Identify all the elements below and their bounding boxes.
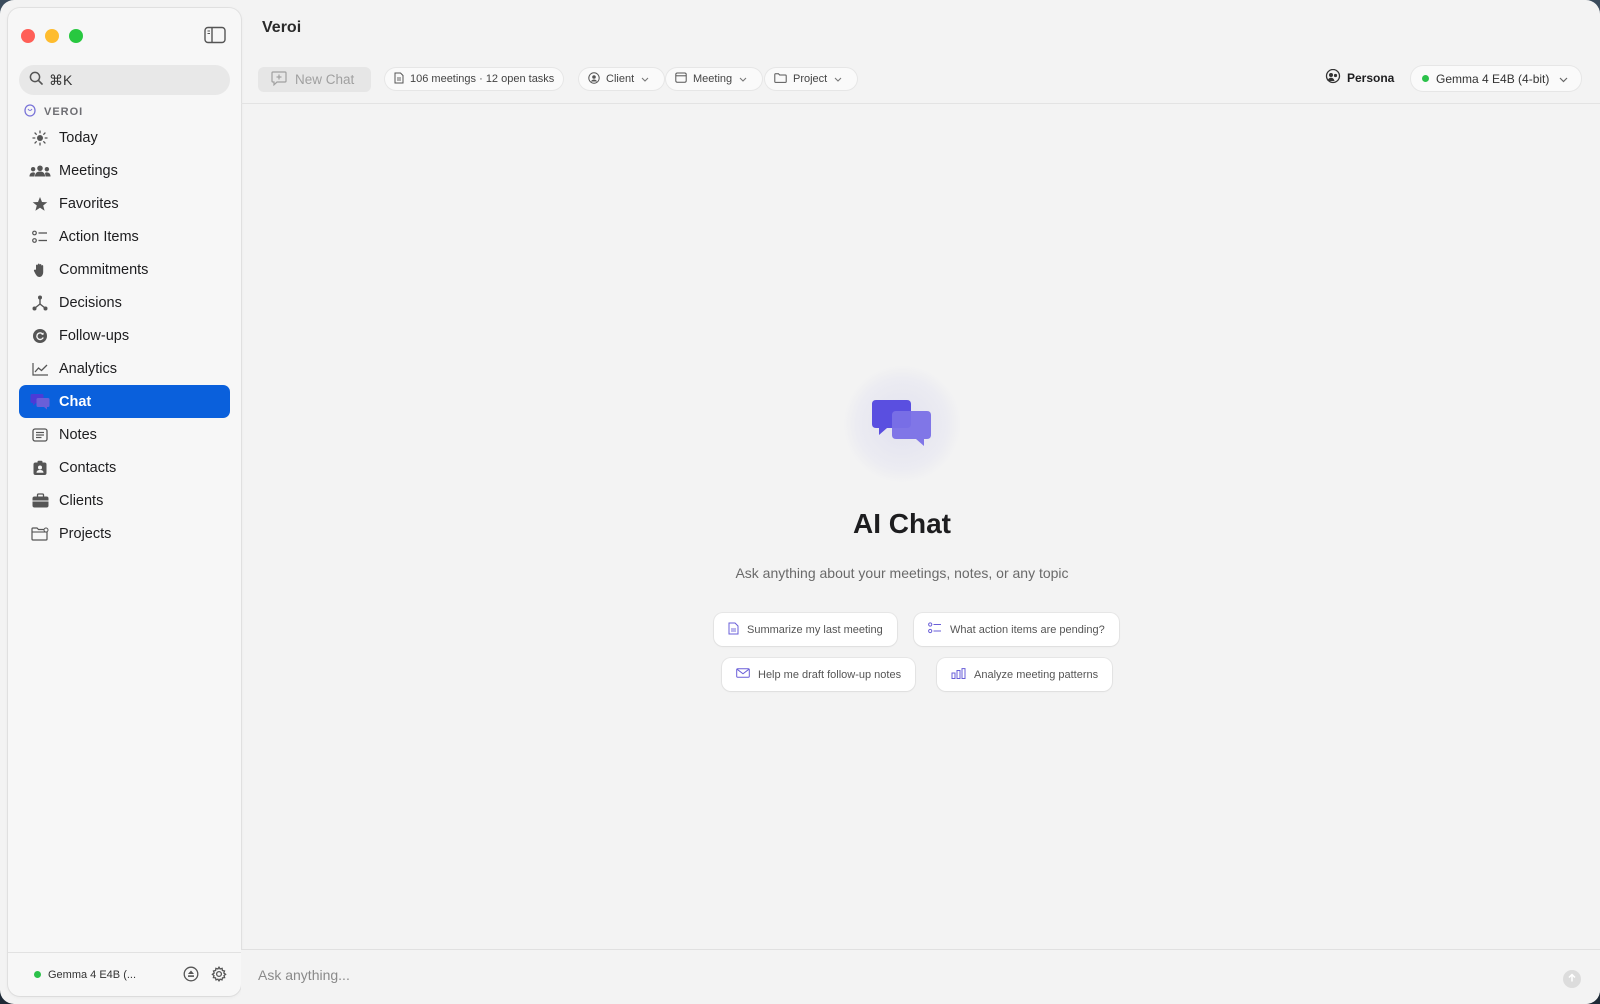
chevron-down-icon: [834, 73, 848, 85]
new-chat-icon: [271, 70, 295, 89]
send-button[interactable]: [1563, 970, 1581, 988]
app-title: Veroi: [262, 19, 302, 36]
suggestion-summarize[interactable]: Summarize my last meeting: [714, 613, 897, 646]
model-selector-dropdown[interactable]: Gemma 4 E4B (4-bit): [1411, 66, 1581, 91]
bar-chart-icon: [951, 667, 974, 682]
chart-line-icon: [29, 359, 51, 379]
chevron-down-icon: [739, 73, 753, 85]
sidebar-item-commitments[interactable]: Commitments: [19, 253, 230, 286]
sidebar-item-today[interactable]: Today: [19, 121, 230, 154]
folder-icon: [774, 72, 793, 86]
suggestion-analyze-patterns[interactable]: Analyze meeting patterns: [937, 658, 1113, 691]
meeting-filter-dropdown[interactable]: Meeting: [666, 68, 763, 90]
sidebar-model-label[interactable]: Gemma 4 E4B (...: [48, 969, 136, 981]
branch-icon: [29, 293, 51, 313]
person-circle-icon: [588, 71, 606, 87]
hero-subtitle: Ask anything about your meetings, notes,…: [735, 565, 1069, 581]
checklist-icon: [928, 622, 950, 637]
folder-icon: [29, 524, 51, 544]
sidebar-item-notes[interactable]: Notes: [19, 418, 230, 451]
hand-icon: [29, 260, 51, 280]
document-icon: [728, 622, 747, 638]
brand-logo-icon: [24, 104, 44, 120]
persona-button[interactable]: Persona: [1325, 68, 1394, 87]
empty-state: AI Chat Ask anything about your meetings…: [241, 103, 1600, 949]
toolbar: New Chat 106 meetings · 12 open tasks Cl…: [241, 65, 1600, 103]
sidebar-item-analytics[interactable]: Analytics: [19, 352, 230, 385]
suggestion-action-items[interactable]: What action items are pending?: [914, 613, 1119, 646]
people-icon: [29, 161, 51, 181]
star-icon: [29, 194, 51, 214]
chat-composer: [241, 949, 1600, 1004]
project-filter-dropdown[interactable]: Project: [765, 68, 858, 90]
sun-icon: [29, 128, 51, 148]
search-field[interactable]: [19, 65, 230, 95]
minimize-window-button[interactable]: [45, 29, 59, 43]
chat-input[interactable]: [258, 967, 1498, 983]
search-input[interactable]: [49, 72, 219, 88]
hero-title: AI Chat: [853, 508, 951, 539]
close-window-button[interactable]: [21, 29, 35, 43]
sidebar-footer: Gemma 4 E4B (...: [8, 952, 241, 996]
sidebar-toggle-icon[interactable]: [204, 26, 226, 44]
chat-bubbles-icon: [29, 392, 51, 412]
sidebar-item-projects[interactable]: Projects: [19, 517, 230, 550]
calendar-icon: [675, 72, 693, 86]
model-status-dot: [1422, 75, 1429, 82]
sidebar-nav: Today Meetings Favorites Action Items Co…: [19, 121, 230, 550]
sidebar-item-contacts[interactable]: Contacts: [19, 451, 230, 484]
search-icon: [29, 71, 43, 90]
ai-chat-hero-icon: [844, 366, 960, 482]
gear-icon[interactable]: [211, 965, 227, 985]
client-filter-dropdown[interactable]: Client: [579, 68, 665, 90]
main-content: Veroi New Chat 106 meetings · 12 open ta…: [241, 0, 1600, 1004]
sidebar-item-chat[interactable]: Chat: [19, 385, 230, 418]
sidebar-item-follow-ups[interactable]: Follow-ups: [19, 319, 230, 352]
suggestion-draft-follow-up[interactable]: Help me draft follow-up notes: [722, 658, 916, 691]
model-status-dot: [34, 971, 41, 978]
contact-card-icon: [29, 458, 51, 478]
briefcase-icon: [29, 491, 51, 511]
sidebar-item-clients[interactable]: Clients: [19, 484, 230, 517]
new-chat-button[interactable]: New Chat: [258, 67, 371, 92]
eject-icon[interactable]: [183, 966, 199, 985]
zoom-window-button[interactable]: [69, 29, 83, 43]
document-icon: [394, 72, 410, 87]
chevron-down-icon: [641, 73, 655, 85]
checklist-icon: [29, 227, 51, 247]
sidebar-item-meetings[interactable]: Meetings: [19, 154, 230, 187]
refresh-icon: [29, 326, 51, 346]
sidebar: VEROI Today Meetings Favorites: [8, 8, 241, 996]
note-icon: [29, 425, 51, 445]
sidebar-item-action-items[interactable]: Action Items: [19, 220, 230, 253]
arrow-up-icon: [1567, 970, 1577, 988]
section-label: VEROI: [24, 104, 83, 120]
persona-icon: [1325, 68, 1347, 87]
chevron-down-icon: [1559, 72, 1568, 86]
envelope-icon: [736, 668, 758, 681]
sidebar-item-favorites[interactable]: Favorites: [19, 187, 230, 220]
app-window: VEROI Today Meetings Favorites: [0, 0, 1600, 1004]
meeting-stats-badge: 106 meetings · 12 open tasks: [385, 68, 564, 90]
sidebar-item-decisions[interactable]: Decisions: [19, 286, 230, 319]
